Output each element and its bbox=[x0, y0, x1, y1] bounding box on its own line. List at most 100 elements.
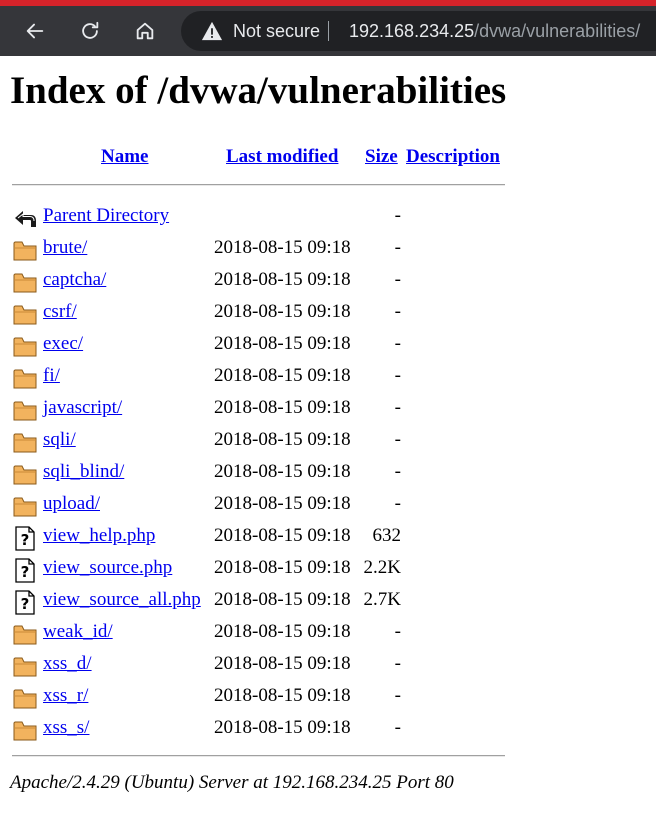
footer-divider bbox=[12, 755, 505, 757]
entry-link[interactable]: sqli/ bbox=[43, 429, 76, 451]
entry-link[interactable]: javascript/ bbox=[43, 397, 122, 419]
folder-icon bbox=[13, 657, 37, 677]
unknown-file-icon: ? bbox=[15, 526, 35, 551]
folder-icon bbox=[13, 337, 37, 357]
folder-icon bbox=[13, 625, 37, 645]
folder-icon bbox=[13, 273, 37, 293]
entry-link[interactable]: xss_r/ bbox=[43, 685, 88, 707]
reload-button[interactable] bbox=[73, 14, 107, 48]
file-size: 632 bbox=[372, 525, 402, 546]
browser-toolbar: Not secure 192.168.234.25/dvwa/vulnerabi… bbox=[0, 6, 656, 56]
last-modified: 2018-08-15 09:18 bbox=[214, 237, 351, 258]
folder-icon bbox=[13, 689, 37, 709]
last-modified: 2018-08-15 09:18 bbox=[214, 301, 351, 322]
list-item: sqli_blind/2018-08-15 09:18 - bbox=[0, 457, 656, 489]
list-item: ? view_source.php 2018-08-15 09:18 2.2K bbox=[0, 553, 656, 585]
list-item: upload/2018-08-15 09:18 - bbox=[0, 489, 656, 521]
sort-by-size-link[interactable]: Size bbox=[365, 146, 398, 168]
list-item: javascript/2018-08-15 09:18 - bbox=[0, 393, 656, 425]
url-host: 192.168.234.25 bbox=[349, 21, 475, 41]
last-modified: 2018-08-15 09:18 bbox=[214, 621, 351, 642]
folder-icon bbox=[13, 465, 37, 485]
list-item: xss_s/2018-08-15 09:18 - bbox=[0, 713, 656, 745]
file-size: - bbox=[394, 237, 401, 258]
back-arrow-icon bbox=[26, 23, 44, 39]
last-modified: 2018-08-15 09:18 bbox=[214, 397, 351, 418]
entry-link[interactable]: xss_d/ bbox=[43, 653, 92, 675]
list-item: ? view_help.php 2018-08-15 09:18 632 bbox=[0, 521, 656, 553]
omnibox-divider bbox=[328, 21, 329, 41]
file-size: - bbox=[394, 717, 401, 738]
file-size: 2.7K bbox=[363, 589, 401, 610]
list-item: sqli/2018-08-15 09:18 - bbox=[0, 425, 656, 457]
last-modified: 2018-08-15 09:18 bbox=[214, 557, 351, 578]
parent-directory-row: Parent Directory - bbox=[0, 201, 656, 233]
sort-by-name-link[interactable]: Name bbox=[101, 146, 148, 168]
entry-link[interactable]: brute/ bbox=[43, 237, 87, 259]
parent-directory-link[interactable]: Parent Directory bbox=[43, 205, 169, 227]
unknown-file-icon: ? bbox=[15, 558, 35, 583]
header-divider bbox=[12, 184, 505, 186]
list-item: csrf/2018-08-15 09:18 - bbox=[0, 297, 656, 329]
last-modified: 2018-08-15 09:18 bbox=[214, 685, 351, 706]
url-path: /dvwa/vulnerabilities/ bbox=[474, 21, 641, 41]
entry-link[interactable]: view_source_all.php bbox=[43, 589, 201, 611]
file-size: - bbox=[394, 621, 401, 642]
last-modified: 2018-08-15 09:18 bbox=[214, 717, 351, 738]
entry-link[interactable]: captcha/ bbox=[43, 269, 106, 291]
warning-triangle-icon[interactable] bbox=[201, 20, 223, 42]
list-item: fi/2018-08-15 09:18 - bbox=[0, 361, 656, 393]
last-modified: 2018-08-15 09:18 bbox=[214, 365, 351, 386]
security-status-label[interactable]: Not secure bbox=[233, 20, 320, 42]
list-item: xss_d/2018-08-15 09:18 - bbox=[0, 649, 656, 681]
address-bar[interactable]: Not secure 192.168.234.25/dvwa/vulnerabi… bbox=[181, 11, 656, 51]
file-size: - bbox=[394, 653, 401, 674]
last-modified: 2018-08-15 09:18 bbox=[214, 653, 351, 674]
entry-link[interactable]: csrf/ bbox=[43, 301, 77, 323]
file-size: - bbox=[394, 365, 401, 386]
file-size: - bbox=[394, 397, 401, 418]
folder-icon bbox=[13, 401, 37, 421]
list-item: brute/2018-08-15 09:18 - bbox=[0, 233, 656, 265]
server-signature: Apache/2.4.29 (Ubuntu) Server at 192.168… bbox=[10, 772, 454, 793]
entry-link[interactable]: upload/ bbox=[43, 493, 100, 515]
list-item: captcha/2018-08-15 09:18 - bbox=[0, 265, 656, 297]
folder-icon bbox=[13, 305, 37, 325]
folder-icon bbox=[13, 433, 37, 453]
entry-link[interactable]: xss_s/ bbox=[43, 717, 89, 739]
file-size: - bbox=[394, 461, 401, 482]
file-size: - bbox=[394, 333, 401, 354]
file-size: - bbox=[394, 685, 401, 706]
sort-by-last-modified-link[interactable]: Last modified bbox=[226, 146, 338, 168]
last-modified: 2018-08-15 09:18 bbox=[214, 589, 351, 610]
entry-link[interactable]: view_source.php bbox=[43, 557, 172, 579]
sort-by-description-link[interactable]: Description bbox=[406, 146, 500, 168]
svg-text:?: ? bbox=[21, 563, 30, 581]
unknown-file-icon: ? bbox=[15, 590, 35, 615]
home-icon bbox=[136, 22, 154, 40]
entry-link[interactable]: view_help.php bbox=[43, 525, 155, 547]
back-folder-icon bbox=[15, 211, 36, 227]
page-title: Index of /dvwa/vulnerabilities bbox=[10, 69, 507, 112]
file-size: 2.2K bbox=[363, 557, 401, 578]
list-item: weak_id/2018-08-15 09:18 - bbox=[0, 617, 656, 649]
folder-icon bbox=[13, 497, 37, 517]
entry-link[interactable]: sqli_blind/ bbox=[43, 461, 124, 483]
file-size: - bbox=[394, 269, 401, 290]
home-button[interactable] bbox=[128, 14, 162, 48]
file-size: - bbox=[394, 205, 401, 226]
file-size: - bbox=[394, 301, 401, 322]
last-modified: 2018-08-15 09:18 bbox=[214, 461, 351, 482]
entry-link[interactable]: exec/ bbox=[43, 333, 83, 355]
entry-link[interactable]: weak_id/ bbox=[43, 621, 113, 643]
entry-link[interactable]: fi/ bbox=[43, 365, 60, 387]
back-button[interactable] bbox=[18, 14, 52, 48]
last-modified: 2018-08-15 09:18 bbox=[214, 333, 351, 354]
file-size: - bbox=[394, 429, 401, 450]
svg-text:?: ? bbox=[21, 531, 30, 549]
folder-icon bbox=[13, 241, 37, 261]
reload-icon bbox=[82, 21, 99, 39]
last-modified: 2018-08-15 09:18 bbox=[214, 493, 351, 514]
folder-icon bbox=[13, 721, 37, 741]
url-text[interactable]: 192.168.234.25/dvwa/vulnerabilities/ bbox=[349, 20, 640, 42]
